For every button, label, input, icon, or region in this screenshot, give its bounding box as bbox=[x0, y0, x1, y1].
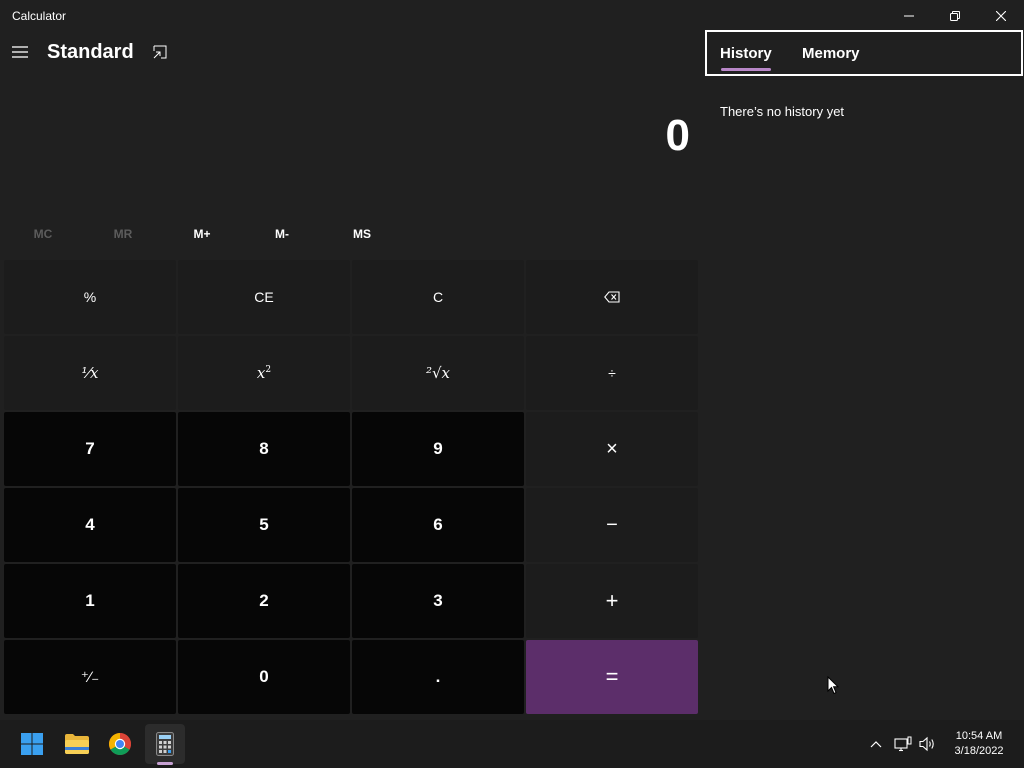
mouse-pointer-icon bbox=[827, 676, 839, 695]
memory-recall-button[interactable]: MR bbox=[88, 220, 158, 248]
digit-5-button[interactable]: 5 bbox=[178, 488, 350, 562]
keep-on-top-button[interactable] bbox=[148, 41, 172, 63]
speaker-icon bbox=[919, 736, 934, 752]
mode-title: Standard bbox=[47, 41, 134, 63]
volume-button[interactable] bbox=[918, 734, 938, 754]
calculator-icon bbox=[156, 732, 174, 756]
digit-3-button[interactable]: 3 bbox=[352, 564, 524, 638]
title-bar: Calculator bbox=[0, 0, 1024, 32]
network-icon bbox=[894, 736, 912, 752]
history-memory-tabs: History Memory bbox=[705, 30, 1023, 76]
subtract-button[interactable]: − bbox=[526, 488, 698, 562]
memory-subtract-button[interactable]: M- bbox=[247, 220, 317, 248]
square-exponent: 2 bbox=[265, 365, 272, 375]
clock-time: 10:54 AM bbox=[955, 730, 1003, 742]
square-root-label: ²√x bbox=[425, 364, 451, 382]
result-display: 0 bbox=[665, 111, 690, 160]
close-icon bbox=[996, 11, 1006, 21]
show-hidden-icons-button[interactable] bbox=[866, 734, 886, 754]
navigation-menu-button[interactable] bbox=[8, 40, 32, 64]
backspace-icon bbox=[604, 291, 620, 303]
add-button[interactable]: + bbox=[526, 564, 698, 638]
memory-row: MC MR M+ M- MS bbox=[4, 220, 404, 248]
window-title: Calculator bbox=[12, 9, 67, 23]
square-label: x2 bbox=[257, 364, 271, 382]
decimal-button[interactable]: . bbox=[352, 640, 524, 714]
reciprocal-button[interactable]: ¹⁄x bbox=[4, 336, 176, 410]
memory-clear-button[interactable]: MC bbox=[8, 220, 78, 248]
start-button[interactable] bbox=[12, 724, 52, 764]
taskbar: 10:54 AM 3/18/2022 bbox=[0, 720, 1024, 768]
close-button[interactable] bbox=[978, 0, 1024, 32]
divide-button[interactable]: ÷ bbox=[526, 336, 698, 410]
digit-0-button[interactable]: 0 bbox=[178, 640, 350, 714]
percent-button[interactable]: % bbox=[4, 260, 176, 334]
clear-entry-button[interactable]: CE bbox=[178, 260, 350, 334]
restore-icon bbox=[950, 11, 960, 21]
minimize-icon bbox=[904, 15, 914, 17]
active-tab-indicator bbox=[721, 68, 771, 71]
digit-4-button[interactable]: 4 bbox=[4, 488, 176, 562]
start-icon bbox=[21, 733, 43, 755]
running-app-indicator bbox=[157, 762, 173, 765]
digit-8-button[interactable]: 8 bbox=[178, 412, 350, 486]
digit-7-button[interactable]: 7 bbox=[4, 412, 176, 486]
hamburger-icon bbox=[12, 46, 28, 58]
restore-button[interactable] bbox=[932, 0, 978, 32]
empty-history-message: There’s no history yet bbox=[720, 104, 845, 119]
clock[interactable]: 10:54 AM 3/18/2022 bbox=[944, 729, 1014, 759]
keep-on-top-icon bbox=[153, 45, 167, 59]
clear-button[interactable]: C bbox=[352, 260, 524, 334]
negate-button[interactable]: ⁺∕₋ bbox=[4, 640, 176, 714]
chrome-icon bbox=[109, 733, 131, 755]
digit-9-button[interactable]: 9 bbox=[352, 412, 524, 486]
multiply-button[interactable]: × bbox=[526, 412, 698, 486]
minimize-button[interactable] bbox=[886, 0, 932, 32]
tab-memory[interactable]: Memory bbox=[802, 45, 860, 62]
square-root-button[interactable]: ²√x bbox=[352, 336, 524, 410]
digit-2-button[interactable]: 2 bbox=[178, 564, 350, 638]
keypad: % CE C ¹⁄x x2 ²√x ÷ 7 8 9 × 4 5 6 − 1 2 … bbox=[4, 260, 700, 716]
network-button[interactable] bbox=[893, 734, 913, 754]
chrome-button[interactable] bbox=[100, 724, 140, 764]
chevron-up-icon bbox=[870, 741, 882, 748]
equals-button[interactable]: = bbox=[526, 640, 698, 714]
digit-1-button[interactable]: 1 bbox=[4, 564, 176, 638]
file-explorer-icon bbox=[65, 734, 89, 754]
memory-store-button[interactable]: MS bbox=[327, 220, 397, 248]
digit-6-button[interactable]: 6 bbox=[352, 488, 524, 562]
square-button[interactable]: x2 bbox=[178, 336, 350, 410]
tab-history[interactable]: History bbox=[720, 45, 772, 62]
file-explorer-button[interactable] bbox=[57, 724, 97, 764]
memory-add-button[interactable]: M+ bbox=[167, 220, 237, 248]
reciprocal-label: ¹⁄x bbox=[81, 364, 99, 382]
calculator-taskbar-button[interactable] bbox=[145, 724, 185, 764]
clock-date: 3/18/2022 bbox=[954, 745, 1004, 757]
backspace-button[interactable] bbox=[526, 260, 698, 334]
